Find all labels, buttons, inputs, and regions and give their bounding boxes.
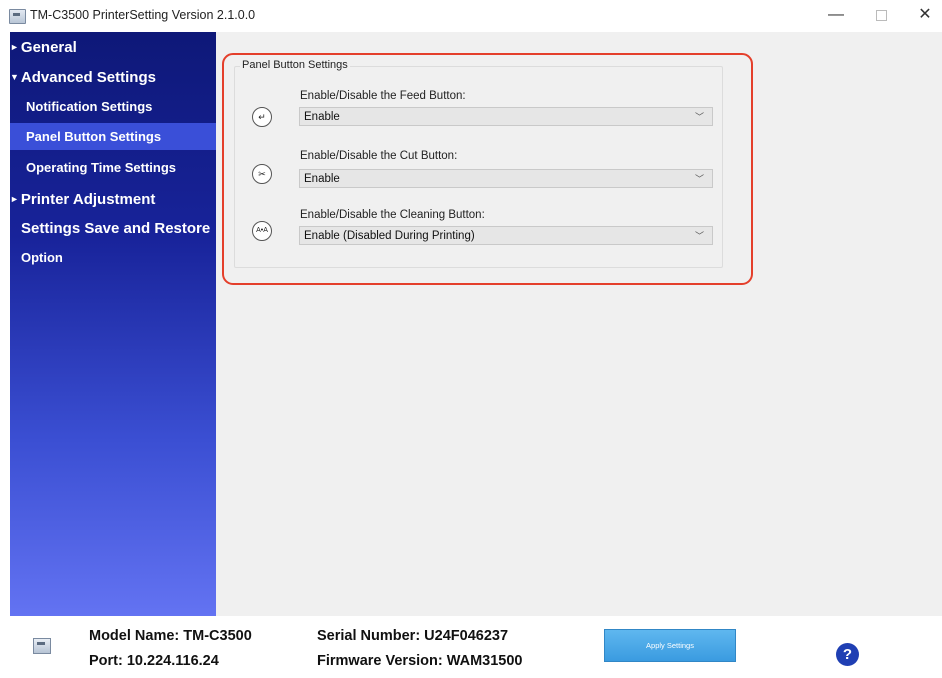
app-icon bbox=[9, 9, 26, 24]
feed-button-select[interactable]: Enable ﹀ bbox=[299, 107, 713, 126]
feed-button-label: Enable/Disable the Feed Button: bbox=[300, 90, 466, 102]
chevron-down-icon: ﹀ bbox=[694, 174, 704, 184]
sidebar-item-printer-adjustment[interactable]: ► Printer Adjustment bbox=[10, 187, 216, 211]
sidebar-item-option[interactable]: Option bbox=[10, 247, 216, 269]
select-value: Enable bbox=[304, 173, 340, 185]
firmware-version: Firmware Version: WAM31500 bbox=[317, 653, 523, 669]
sidebar: ► General ▼ Advanced Settings Notification… bbox=[10, 32, 216, 616]
sidebar-item-label: General bbox=[20, 39, 77, 56]
port: Port: 10.224.116.24 bbox=[89, 653, 219, 669]
expand-arrow-icon: ► bbox=[10, 42, 19, 52]
status-footer: Model Name: TM-C3500 Port: 10.224.116.24… bbox=[0, 616, 942, 678]
help-icon[interactable]: ? bbox=[836, 643, 859, 666]
model-name: Model Name: TM-C3500 bbox=[89, 628, 252, 644]
group-title: Panel Button Settings bbox=[240, 59, 350, 71]
title-bar: TM-C3500 PrinterSetting Version 2.1.0.0 … bbox=[0, 0, 942, 30]
sidebar-item-label: Advanced Settings bbox=[20, 69, 156, 86]
sidebar-item-general[interactable]: ► General bbox=[10, 35, 216, 59]
feed-button-icon: ↵ bbox=[252, 107, 272, 127]
sidebar-item-label: Notification Settings bbox=[26, 99, 153, 114]
cleaning-button-icon: A•A bbox=[252, 221, 272, 241]
cut-button-select[interactable]: Enable ﹀ bbox=[299, 169, 713, 188]
close-button[interactable]: ✕ bbox=[910, 4, 940, 26]
sidebar-item-advanced-settings[interactable]: ▼ Advanced Settings bbox=[10, 65, 216, 89]
window-title: TM-C3500 PrinterSetting Version 2.1.0.0 bbox=[30, 8, 256, 22]
maximize-button[interactable] bbox=[866, 4, 896, 26]
select-value: Enable bbox=[304, 111, 340, 123]
select-value: Enable (Disabled During Printing) bbox=[304, 230, 475, 242]
sidebar-item-label: Printer Adjustment bbox=[20, 191, 156, 208]
chevron-down-icon: ﹀ bbox=[694, 231, 704, 241]
cut-button-icon: ✂ bbox=[252, 164, 272, 184]
serial-number: Serial Number: U24F046237 bbox=[317, 628, 509, 644]
printer-icon bbox=[33, 638, 51, 654]
sidebar-item-operating-time-settings[interactable]: Operating Time Settings bbox=[10, 156, 216, 180]
minimize-button[interactable]: — bbox=[821, 4, 851, 26]
sidebar-item-settings-save-and-restore[interactable]: Settings Save and Restore bbox=[10, 217, 216, 241]
sidebar-item-notification-settings[interactable]: Notification Settings bbox=[10, 95, 216, 119]
sidebar-item-label: Option bbox=[21, 250, 63, 265]
sidebar-item-label: Settings Save and Restore bbox=[21, 220, 211, 237]
apply-settings-button[interactable]: Apply Settings bbox=[604, 629, 736, 662]
cut-button-label: Enable/Disable the Cut Button: bbox=[300, 150, 458, 162]
cleaning-button-label: Enable/Disable the Cleaning Button: bbox=[300, 209, 485, 221]
expand-arrow-icon: ► bbox=[10, 194, 19, 204]
maximize-icon bbox=[875, 10, 887, 21]
collapse-arrow-icon: ▼ bbox=[10, 72, 19, 82]
cleaning-button-select[interactable]: Enable (Disabled During Printing) ﹀ bbox=[299, 226, 713, 245]
sidebar-item-panel-button-settings[interactable]: Panel Button Settings bbox=[10, 123, 216, 150]
main-panel: Panel Button Settings ↵ Enable/Disable t… bbox=[216, 32, 942, 616]
sidebar-item-label: Operating Time Settings bbox=[26, 160, 177, 175]
sidebar-item-label: Panel Button Settings bbox=[26, 129, 162, 144]
chevron-down-icon: ﹀ bbox=[694, 112, 704, 122]
